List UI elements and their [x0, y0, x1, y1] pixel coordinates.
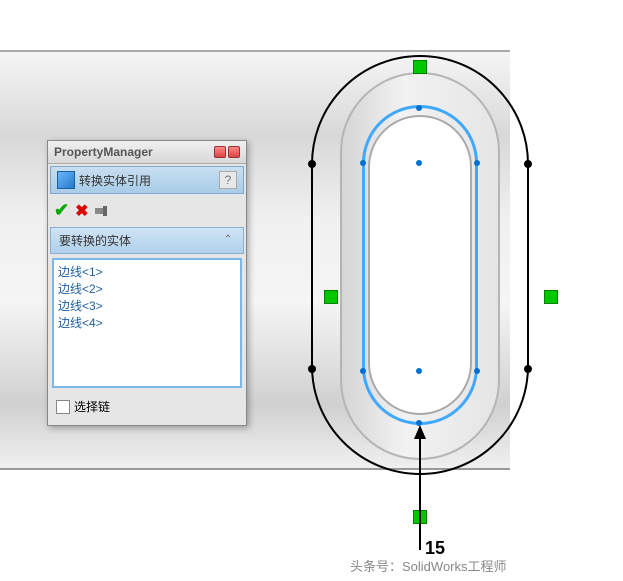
collapse-icon[interactable]: ⌃ [221, 234, 235, 248]
pm-feature-header: 转换实体引用 ? [50, 166, 244, 194]
sketch-point[interactable] [416, 368, 422, 374]
pin-icon[interactable] [228, 146, 240, 158]
pushpin-icon[interactable] [95, 204, 115, 218]
cancel-button[interactable]: ✖ [75, 201, 88, 221]
list-item[interactable]: 边线<4> [58, 315, 236, 332]
select-chain-checkbox[interactable] [56, 400, 70, 414]
dimension-leader [419, 430, 421, 550]
pm-title: PropertyManager [54, 145, 153, 159]
pm-feature-label: 转换实体引用 [79, 172, 219, 189]
select-chain-label: 选择链 [74, 398, 110, 415]
ok-button[interactable]: ✔ [54, 200, 69, 221]
property-manager-panel: PropertyManager 转换实体引用 ? ✔ ✖ 要转换的实体 ⌃ 边线… [47, 140, 247, 426]
help-button[interactable]: ? [219, 171, 237, 189]
sketch-point[interactable] [416, 160, 422, 166]
relation-icon[interactable] [413, 60, 427, 74]
pm-titlebar[interactable]: PropertyManager [48, 141, 246, 164]
select-chain-row: 选择链 [48, 392, 246, 425]
pm-section-header[interactable]: 要转换的实体 ⌃ [50, 227, 244, 254]
sketch-point[interactable] [416, 105, 422, 111]
entities-listbox[interactable]: 边线<1> 边线<2> 边线<3> 边线<4> [52, 258, 242, 388]
sketch-point[interactable] [474, 368, 480, 374]
list-item[interactable]: 边线<1> [58, 264, 236, 281]
relation-icon[interactable] [544, 290, 558, 304]
list-item[interactable]: 边线<2> [58, 281, 236, 298]
sketch-point[interactable] [360, 368, 366, 374]
relation-icon[interactable] [324, 290, 338, 304]
sketch-point[interactable] [474, 160, 480, 166]
sketch-point[interactable] [524, 365, 532, 373]
pm-section-title: 要转换的实体 [59, 232, 131, 249]
sketch-point[interactable] [360, 160, 366, 166]
convert-entities-icon [57, 171, 75, 189]
pin-icon[interactable] [214, 146, 226, 158]
list-item[interactable]: 边线<3> [58, 298, 236, 315]
sketch-point[interactable] [308, 160, 316, 168]
watermark-text: 头条号：SolidWorks工程师 [350, 556, 507, 575]
sketch-point[interactable] [308, 365, 316, 373]
sketch-selected-edges[interactable] [362, 105, 478, 425]
pm-titlebar-buttons [214, 146, 240, 158]
pm-confirm-row: ✔ ✖ [48, 196, 246, 225]
sketch-point[interactable] [524, 160, 532, 168]
